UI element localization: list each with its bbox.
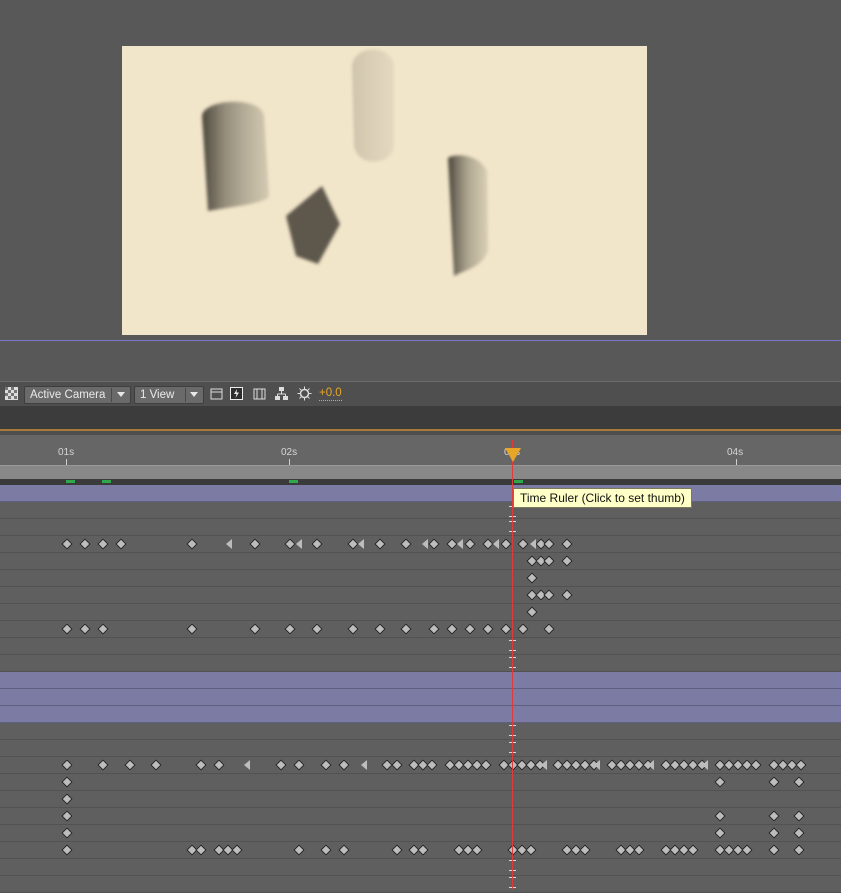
viewer-toolbar: Active Camera 1 View +0.0 [0, 381, 841, 407]
property-row[interactable] [0, 876, 841, 893]
property-row[interactable] [0, 621, 841, 638]
easy-ease-keyframe[interactable] [493, 539, 499, 549]
time-ruler[interactable]: 01s 02s 03s 04s [0, 435, 841, 465]
property-row[interactable] [0, 553, 841, 570]
easy-ease-keyframe[interactable] [361, 760, 367, 770]
tooltip: Time Ruler (Click to set thumb) [513, 488, 692, 508]
flowchart-icon[interactable] [274, 386, 289, 401]
property-row[interactable] [0, 655, 841, 672]
timeline-toggle-icon[interactable] [252, 386, 267, 401]
layer-bar[interactable] [0, 672, 841, 689]
composition-canvas[interactable] [122, 46, 647, 335]
easy-ease-keyframe[interactable] [226, 539, 232, 549]
easy-ease-keyframe[interactable] [594, 760, 600, 770]
ruler-label-04s: 04s [727, 447, 744, 458]
camera-dropdown-label: Active Camera [30, 389, 106, 401]
property-row[interactable] [0, 638, 841, 655]
property-row[interactable] [0, 723, 841, 740]
property-row[interactable] [0, 791, 841, 808]
property-row[interactable] [0, 740, 841, 757]
composition-viewer[interactable] [0, 0, 841, 380]
easy-ease-keyframe[interactable] [244, 760, 250, 770]
exposure-icon[interactable] [297, 386, 312, 401]
easy-ease-keyframe[interactable] [530, 539, 536, 549]
easy-ease-keyframe[interactable] [541, 760, 547, 770]
cache-segment [289, 480, 298, 483]
transparency-grid-icon[interactable] [4, 386, 19, 401]
property-row[interactable] [0, 570, 841, 587]
motion-blur-artwork [202, 49, 488, 276]
property-row[interactable] [0, 859, 841, 876]
easy-ease-keyframe[interactable] [702, 760, 708, 770]
current-time-indicator-thumb[interactable] [505, 448, 521, 462]
layer-bar[interactable] [0, 689, 841, 706]
cache-segment [102, 480, 111, 483]
view-layout-dropdown[interactable]: 1 View [134, 386, 204, 404]
view-layout-label: 1 View [140, 389, 175, 401]
easy-ease-keyframe[interactable] [457, 539, 463, 549]
ruler-label-02s: 02s [281, 447, 298, 458]
chevron-down-icon [117, 392, 125, 397]
cache-segment [514, 480, 523, 483]
easy-ease-keyframe[interactable] [358, 539, 364, 549]
easy-ease-keyframe[interactable] [296, 539, 302, 549]
easy-ease-keyframe[interactable] [648, 760, 654, 770]
timeline-panel-header [0, 406, 841, 430]
camera-dropdown[interactable]: Active Camera [24, 386, 131, 404]
property-row[interactable] [0, 604, 841, 621]
region-of-interest-icon[interactable] [209, 386, 224, 401]
property-row[interactable] [0, 502, 841, 519]
layer-bar[interactable] [0, 485, 841, 502]
cache-segment [66, 480, 75, 483]
property-row[interactable] [0, 587, 841, 604]
property-row[interactable] [0, 519, 841, 536]
fast-previews-icon[interactable] [229, 386, 244, 401]
ruler-label-01s: 01s [58, 447, 75, 458]
work-area-bar[interactable] [0, 465, 841, 480]
layer-bar[interactable] [0, 706, 841, 723]
exposure-value[interactable]: +0.0 [319, 387, 342, 401]
easy-ease-keyframe[interactable] [422, 539, 428, 549]
chevron-down-icon [190, 392, 198, 397]
guide-line [0, 340, 841, 341]
